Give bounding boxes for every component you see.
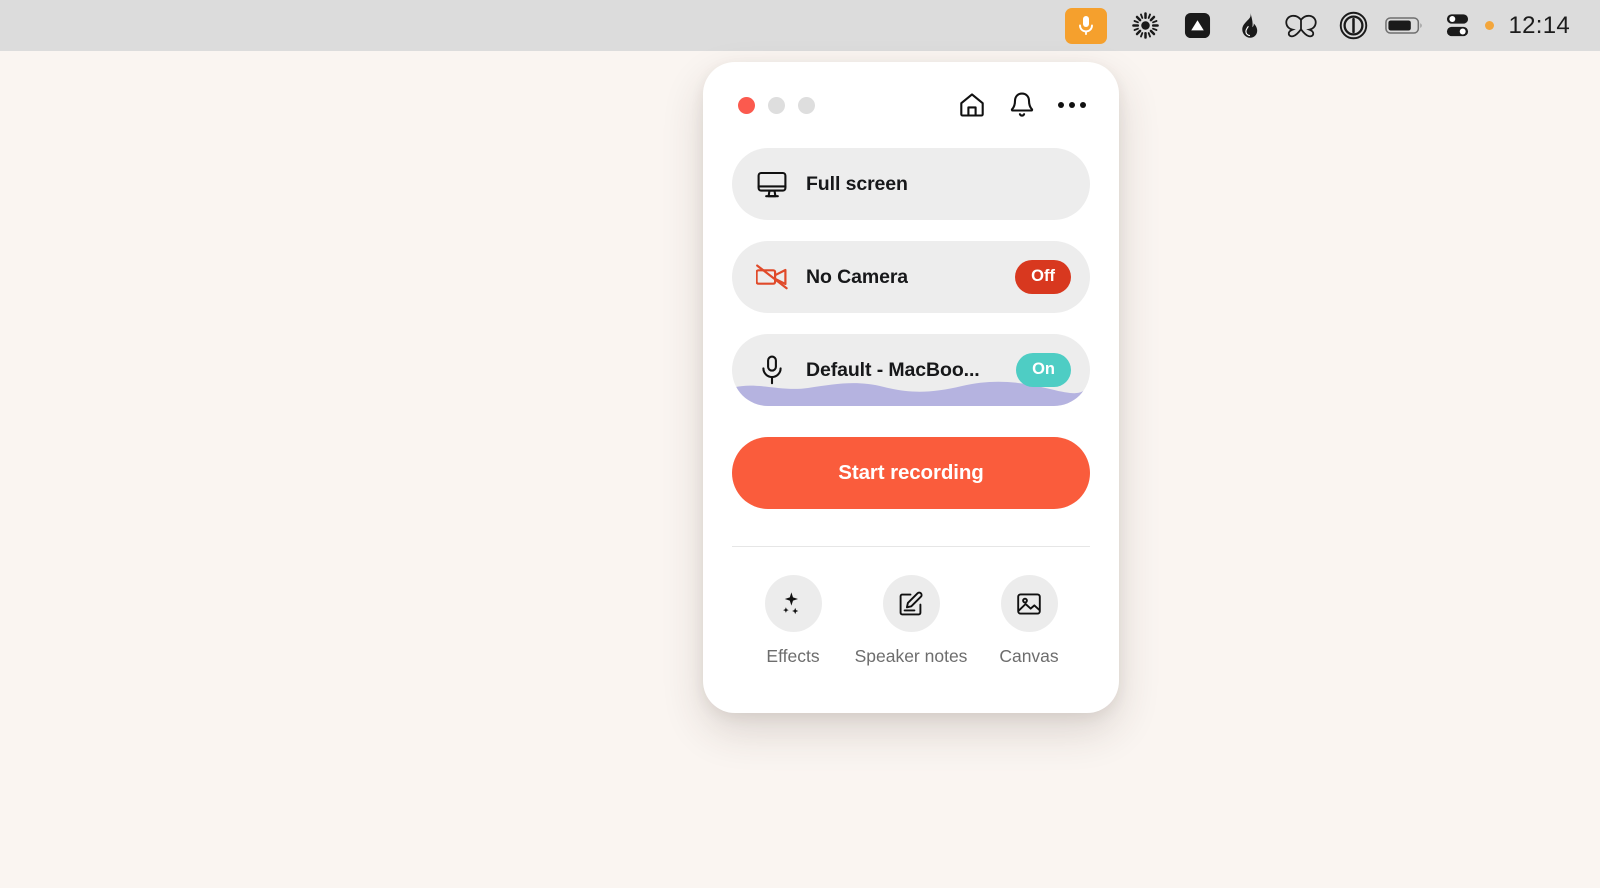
tool-canvas[interactable]: Canvas: [977, 575, 1081, 667]
camera-off-icon: [755, 264, 789, 290]
tool-speaker-notes[interactable]: Speaker notes: [855, 575, 967, 667]
option-row-full-screen[interactable]: Full screen: [732, 148, 1090, 220]
header-action-buttons: [955, 88, 1089, 122]
recorder-app-window: Full screen No Camera Off Default - MacB…: [703, 62, 1119, 713]
tool-bar: Effects Speaker notes Canvas: [732, 547, 1090, 667]
bell-icon[interactable]: [1005, 88, 1039, 122]
drive-triangle-icon[interactable]: [1171, 7, 1223, 45]
status-indicator-dot: [1485, 21, 1495, 30]
system-menu-bar: 12:14: [0, 0, 1600, 51]
note-pencil-icon: [882, 575, 940, 632]
tool-label-effects: Effects: [766, 646, 820, 666]
option-row-camera[interactable]: No Camera Off: [732, 241, 1090, 313]
butterfly-icon[interactable]: [1275, 7, 1327, 45]
microphone-active-icon[interactable]: [1065, 7, 1108, 44]
minimize-window-button[interactable]: [768, 96, 785, 114]
camera-status-badge[interactable]: Off: [1015, 260, 1071, 294]
monitor-icon: [755, 171, 789, 198]
app-window-header: [732, 62, 1090, 148]
option-label-camera: No Camera: [806, 265, 909, 288]
menu-bar-status-items: 12:14: [1061, 7, 1576, 45]
microphone-status-badge[interactable]: On: [1016, 353, 1071, 387]
menu-bar-clock[interactable]: 12:14: [1508, 12, 1576, 40]
option-row-microphone[interactable]: Default - MacBoo... On: [732, 334, 1090, 406]
microphone-icon: [755, 355, 789, 385]
window-traffic-lights: [738, 96, 815, 114]
home-icon[interactable]: [955, 88, 989, 122]
sun-burst-icon[interactable]: [1119, 7, 1171, 45]
power-circle-icon[interactable]: [1327, 7, 1379, 45]
control-center-icon[interactable]: [1431, 7, 1483, 45]
zoom-window-button[interactable]: [798, 96, 815, 114]
battery-icon[interactable]: [1379, 7, 1431, 45]
tool-label-speaker-notes: Speaker notes: [854, 646, 968, 666]
start-recording-button[interactable]: Start recording: [732, 437, 1090, 509]
option-label-full-screen: Full screen: [806, 172, 908, 195]
option-label-microphone: Default - MacBoo...: [806, 358, 980, 381]
more-options-icon[interactable]: [1055, 102, 1089, 108]
flame-icon[interactable]: [1223, 7, 1275, 45]
image-icon: [1000, 575, 1058, 632]
close-window-button[interactable]: [738, 96, 755, 114]
tool-label-canvas: Canvas: [999, 646, 1059, 666]
sparkles-icon: [764, 575, 822, 632]
tool-effects[interactable]: Effects: [741, 575, 845, 667]
